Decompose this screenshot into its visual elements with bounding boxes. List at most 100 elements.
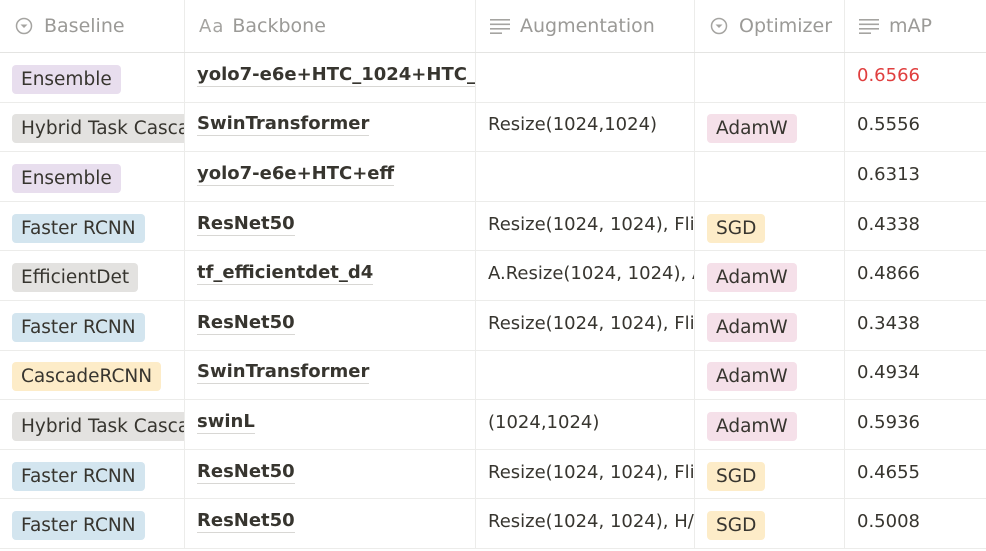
baseline-cell[interactable]: EfficientDet bbox=[0, 251, 185, 300]
augmentation-text: (1024,1024) bbox=[488, 411, 600, 433]
map-value: 0.6566 bbox=[857, 64, 920, 86]
backbone-cell[interactable]: ResNet50 bbox=[185, 300, 476, 350]
map-cell[interactable]: 0.4866 bbox=[845, 251, 986, 300]
table-row[interactable]: Hybrid Task Cascade SwinTransformer Resize… bbox=[0, 102, 986, 153]
column-header-backbone[interactable]: Aa Backbone bbox=[185, 0, 476, 52]
baseline-cell[interactable]: Faster RCNN bbox=[0, 499, 185, 548]
backbone-title-link[interactable]: ResNet50 bbox=[197, 213, 295, 236]
backbone-title-link[interactable]: SwinTransformer bbox=[197, 361, 370, 385]
table-row[interactable]: EfficientDet tf_efficientdet_d4 A.Resize(1… bbox=[0, 251, 986, 301]
map-value: 0.4338 bbox=[857, 213, 920, 235]
backbone-title-link[interactable]: ResNet50 bbox=[197, 461, 295, 484]
baseline-cell[interactable]: CascadeRCNN bbox=[0, 350, 185, 400]
backbone-cell[interactable]: yolo7-e6e+HTC+eff bbox=[185, 152, 476, 201]
map-value: 0.6313 bbox=[857, 163, 920, 185]
backbone-cell[interactable]: ResNet50 bbox=[185, 499, 476, 548]
table-row[interactable]: Faster RCNN ResNet50 Resize(1024, 1024), F… bbox=[0, 449, 986, 500]
column-header-map[interactable]: mAP bbox=[845, 0, 986, 52]
table-row[interactable]: Ensemble yolo7-e6e+HTC_1024+HTC_5 0.6566 bbox=[0, 53, 986, 103]
augmentation-cell[interactable] bbox=[476, 53, 695, 102]
augmentation-text: Resize(1024, 1024), H/V bbox=[488, 511, 695, 533]
select-property-icon bbox=[709, 16, 729, 36]
map-cell[interactable]: 0.4338 bbox=[845, 202, 986, 251]
map-cell[interactable]: 0.6566 bbox=[845, 53, 986, 102]
backbone-title-link[interactable]: yolo7-e6e+HTC+eff bbox=[197, 163, 395, 186]
backbone-cell[interactable]: SwinTransformer bbox=[185, 102, 476, 152]
augmentation-text: Resize(1024, 1024), Flip bbox=[488, 461, 695, 483]
map-value: 0.5556 bbox=[857, 114, 920, 136]
optimizer-cell[interactable]: SGD bbox=[695, 499, 845, 548]
backbone-title-link[interactable]: yolo7-e6e+HTC_1024+HTC_5 bbox=[197, 64, 475, 87]
baseline-tag: Faster RCNN bbox=[12, 213, 145, 243]
optimizer-cell[interactable]: SGD bbox=[695, 449, 845, 499]
map-cell[interactable]: 0.5936 bbox=[845, 400, 986, 449]
baseline-cell[interactable]: Hybrid Task Cascade bbox=[0, 102, 185, 152]
augmentation-text: Resize(1024,1024) bbox=[488, 114, 658, 136]
backbone-title-link[interactable]: ResNet50 bbox=[197, 312, 295, 335]
map-cell[interactable]: 0.5008 bbox=[845, 499, 986, 548]
optimizer-tag: SGD bbox=[707, 213, 766, 243]
optimizer-cell[interactable] bbox=[695, 152, 845, 201]
augmentation-text: Resize(1024, 1024), Flip bbox=[488, 312, 695, 334]
baseline-cell[interactable]: Faster RCNN bbox=[0, 300, 185, 350]
backbone-cell[interactable]: ResNet50 bbox=[185, 449, 476, 499]
backbone-cell[interactable]: ResNet50 bbox=[185, 201, 476, 251]
map-cell[interactable]: 0.4655 bbox=[845, 450, 986, 499]
table-row[interactable]: Faster RCNN ResNet50 Resize(1024, 1024), F… bbox=[0, 300, 986, 351]
table-header: Baseline Aa Backbone Augmentation Optimi… bbox=[0, 0, 986, 53]
augmentation-text: A.Resize(1024, 1024), A bbox=[488, 263, 695, 285]
baseline-cell[interactable]: Hybrid Task Cascade bbox=[0, 400, 185, 449]
backbone-cell[interactable]: yolo7-e6e+HTC_1024+HTC_5 bbox=[185, 53, 476, 102]
baseline-cell[interactable]: Ensemble bbox=[0, 53, 185, 102]
table-row[interactable]: Ensemble yolo7-e6e+HTC+eff 0.6313 bbox=[0, 152, 986, 202]
map-value: 0.4866 bbox=[857, 263, 920, 285]
optimizer-cell[interactable]: AdamW bbox=[695, 400, 845, 449]
augmentation-cell[interactable]: Resize(1024,1024) bbox=[476, 102, 695, 152]
backbone-cell[interactable]: tf_efficientdet_d4 bbox=[185, 251, 476, 300]
optimizer-tag: AdamW bbox=[707, 263, 797, 293]
backbone-title-link[interactable]: ResNet50 bbox=[197, 510, 295, 534]
table-row[interactable]: Hybrid Task Cascade swinL (1024,1024) AdamW… bbox=[0, 400, 986, 450]
augmentation-cell[interactable]: Resize(1024, 1024), H/V bbox=[476, 499, 695, 548]
baseline-cell[interactable]: Faster RCNN bbox=[0, 449, 185, 499]
baseline-cell[interactable]: Ensemble bbox=[0, 152, 185, 201]
column-header-augmentation[interactable]: Augmentation bbox=[476, 0, 695, 52]
optimizer-cell[interactable]: AdamW bbox=[695, 102, 845, 152]
augmentation-cell[interactable] bbox=[476, 152, 695, 201]
text-property-icon bbox=[490, 16, 510, 36]
augmentation-cell[interactable]: A.Resize(1024, 1024), A bbox=[476, 251, 695, 300]
backbone-cell[interactable]: swinL bbox=[185, 400, 476, 449]
optimizer-cell[interactable]: AdamW bbox=[695, 251, 845, 300]
text-property-icon bbox=[859, 16, 879, 36]
table-row[interactable]: Faster RCNN ResNet50 Resize(1024, 1024), F… bbox=[0, 201, 986, 252]
optimizer-tag: AdamW bbox=[707, 411, 797, 441]
optimizer-cell[interactable]: AdamW bbox=[695, 350, 845, 400]
backbone-title-link[interactable]: swinL bbox=[197, 411, 255, 434]
augmentation-cell[interactable] bbox=[476, 350, 695, 400]
backbone-title-link[interactable]: SwinTransformer bbox=[197, 113, 370, 137]
optimizer-cell[interactable]: SGD bbox=[695, 201, 845, 251]
column-header-label: Augmentation bbox=[520, 15, 655, 37]
table-row[interactable]: Faster RCNN ResNet50 Resize(1024, 1024), H… bbox=[0, 499, 986, 549]
baseline-cell[interactable]: Faster RCNN bbox=[0, 201, 185, 251]
optimizer-tag: AdamW bbox=[707, 312, 797, 342]
map-cell[interactable]: 0.6313 bbox=[845, 152, 986, 201]
backbone-cell[interactable]: SwinTransformer bbox=[185, 350, 476, 400]
augmentation-cell[interactable]: Resize(1024, 1024), Flip bbox=[476, 300, 695, 350]
backbone-title-link[interactable]: tf_efficientdet_d4 bbox=[197, 262, 374, 286]
column-header-label: Optimizer bbox=[739, 15, 833, 37]
baseline-tag: Faster RCNN bbox=[12, 312, 145, 342]
results-table: Baseline Aa Backbone Augmentation Optimi… bbox=[0, 0, 986, 549]
map-cell[interactable]: 0.5556 bbox=[845, 103, 986, 152]
augmentation-cell[interactable]: (1024,1024) bbox=[476, 400, 695, 449]
map-cell[interactable]: 0.3438 bbox=[845, 301, 986, 350]
column-header-baseline[interactable]: Baseline bbox=[0, 0, 185, 52]
optimizer-cell[interactable] bbox=[695, 53, 845, 102]
table-row[interactable]: CascadeRCNN SwinTransformer AdamW 0.4934 bbox=[0, 350, 986, 401]
augmentation-cell[interactable]: Resize(1024, 1024), Flip bbox=[476, 449, 695, 499]
optimizer-cell[interactable]: AdamW bbox=[695, 300, 845, 350]
map-cell[interactable]: 0.4934 bbox=[845, 351, 986, 400]
optimizer-tag: AdamW bbox=[707, 362, 797, 392]
augmentation-cell[interactable]: Resize(1024, 1024), Flip bbox=[476, 201, 695, 251]
column-header-optimizer[interactable]: Optimizer bbox=[695, 0, 845, 52]
